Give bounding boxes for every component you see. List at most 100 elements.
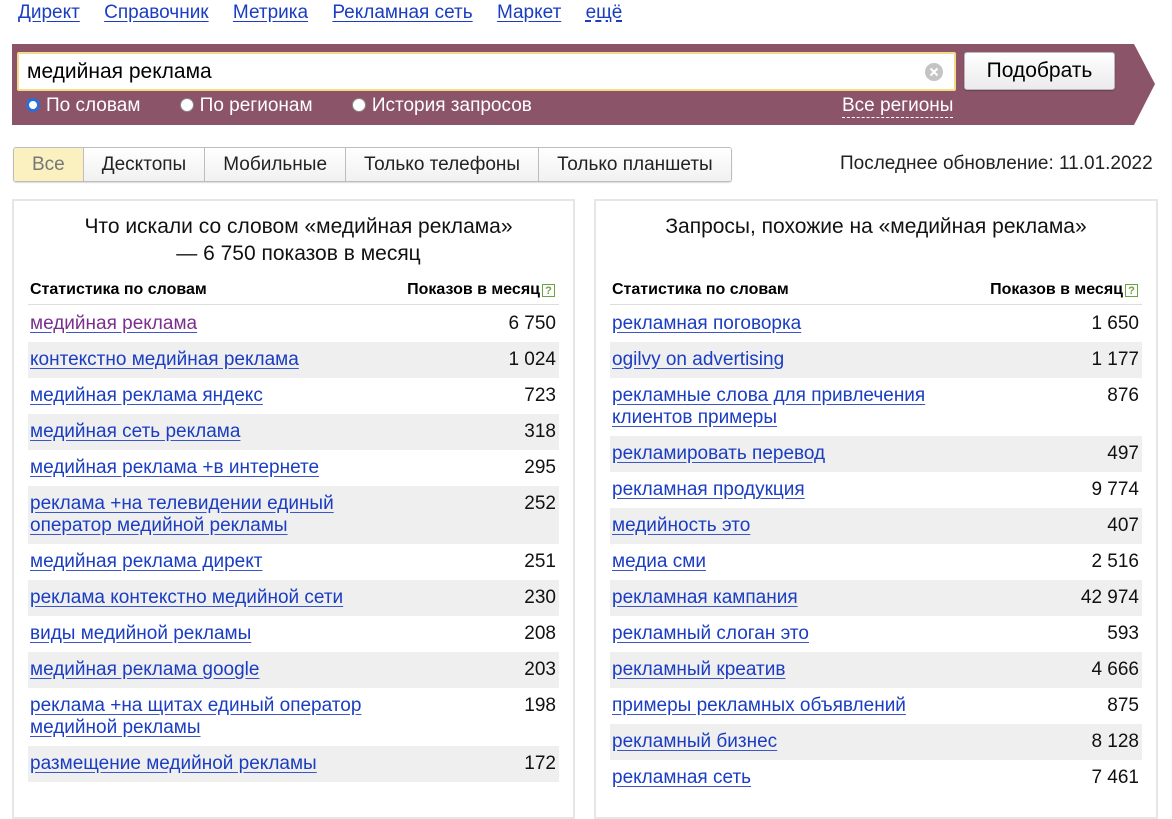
keyword-link[interactable]: рекламная продукция (612, 479, 805, 501)
impressions-count: 497 (1107, 443, 1139, 464)
table-row: рекламная кампания 42 974 (610, 580, 1142, 616)
impressions-count: 8 128 (1091, 731, 1139, 752)
keyword-link[interactable]: медийная реклама яндекс (30, 385, 263, 407)
table-row: медийная реклама google 203 (28, 652, 559, 688)
tab-tablets-only[interactable]: Только планшеты (539, 148, 731, 181)
keyword-link[interactable]: медийная реклама google (30, 659, 259, 681)
nav-link-metrika[interactable]: Метрика (233, 2, 308, 23)
table-row: медийная реклама 6 750 (28, 306, 559, 342)
impressions-count: 230 (524, 587, 556, 608)
table-row: рекламные слова для привлечения клиентов… (610, 378, 1142, 436)
impressions-count: 4 666 (1091, 659, 1139, 680)
table-row: размещение медийной рекламы 172 (28, 746, 559, 782)
table-row: рекламная продукция 9 774 (610, 472, 1142, 508)
table-row: реклама контекстно медийной сети 230 (28, 580, 559, 616)
keyword-link[interactable]: ogilvy on advertising (612, 349, 784, 371)
impressions-count: 198 (524, 695, 556, 716)
column-header-keywords: Статистика по словам (30, 281, 207, 298)
keyword-link[interactable]: размещение медийной рекламы (30, 753, 317, 775)
impressions-count: 7 461 (1091, 767, 1139, 788)
impressions-count: 251 (524, 551, 556, 572)
mode-history-label: История запросов (371, 95, 532, 116)
keyword-link[interactable]: рекламная кампания (612, 587, 798, 609)
pick-button[interactable]: Подобрать (964, 52, 1115, 90)
left-table-header: Статистика по словам Показов в месяц ? (28, 279, 559, 305)
top-navigation: Директ Справочник Метрика Рекламная сеть… (18, 2, 641, 24)
table-row: контекстно медийная реклама 1 024 (28, 342, 559, 378)
nav-link-direct[interactable]: Директ (18, 2, 80, 23)
impressions-count: 318 (524, 421, 556, 442)
impressions-count: 42 974 (1080, 587, 1139, 608)
keyword-link[interactable]: реклама контекстно медийной сети (30, 587, 343, 609)
table-row: рекламная поговорка 1 650 (610, 306, 1142, 342)
impressions-count: 9 774 (1091, 479, 1139, 500)
impressions-count: 407 (1107, 515, 1139, 536)
radio-unchecked-icon (179, 98, 194, 112)
keyword-link[interactable]: рекламный креатив (612, 659, 785, 681)
column-header-impressions: Показов в месяц ? (407, 281, 555, 299)
keyword-link[interactable]: медийная реклама (30, 313, 197, 335)
nav-link-more[interactable]: ещё (586, 2, 623, 23)
impressions-count: 723 (524, 385, 556, 406)
table-row: рекламный слоган это 593 (610, 616, 1142, 652)
tab-phones-only[interactable]: Только телефоны (346, 148, 540, 181)
keyword-link[interactable]: виды медийной рекламы (30, 623, 251, 645)
keyword-link[interactable]: рекламный слоган это (612, 623, 809, 645)
keyword-link[interactable]: рекламировать перевод (612, 443, 825, 465)
table-row: медийная реклама директ 251 (28, 544, 559, 580)
impressions-count: 203 (524, 659, 556, 680)
impressions-count: 875 (1107, 695, 1139, 716)
search-input[interactable] (27, 58, 907, 86)
table-row: медиа сми 2 516 (610, 544, 1142, 580)
mode-by-words[interactable]: По словам (26, 95, 140, 117)
keyword-link[interactable]: рекламная сеть (612, 767, 751, 789)
left-panel: Что искали со словом «медийная реклама» … (12, 199, 575, 819)
table-row: медийность это 407 (610, 508, 1142, 544)
tab-desktops[interactable]: Десктопы (83, 148, 206, 181)
table-row: рекламная сеть 7 461 (610, 760, 1142, 796)
search-mode-group: По словам По регионам История запросов (26, 95, 566, 119)
column-header-impressions-label: Показов в месяц (990, 281, 1123, 298)
nav-link-ad-network[interactable]: Рекламная сеть (332, 2, 472, 23)
table-row: медийная реклама +в интернете 295 (28, 450, 559, 486)
table-row: медийная сеть реклама 318 (28, 414, 559, 450)
tab-mobile[interactable]: Мобильные (205, 148, 347, 181)
help-icon[interactable]: ? (1125, 283, 1138, 297)
keyword-link[interactable]: рекламный бизнес (612, 731, 777, 753)
help-icon[interactable]: ? (542, 283, 555, 297)
radio-unchecked-icon (351, 98, 366, 112)
impressions-count: 172 (524, 753, 556, 774)
column-header-impressions-label: Показов в месяц (407, 281, 540, 298)
device-tabs: Все Десктопы Мобильные Только телефоны Т… (13, 147, 732, 182)
search-field[interactable] (17, 52, 956, 91)
keyword-link[interactable]: реклама +на телевидении единый оператор … (30, 493, 370, 537)
keyword-link[interactable]: рекламная поговорка (612, 313, 801, 335)
column-header-keywords: Статистика по словам (612, 281, 789, 298)
nav-link-market[interactable]: Маркет (497, 2, 561, 23)
mode-by-regions-label: По регионам (199, 95, 313, 116)
impressions-count: 1 024 (508, 349, 556, 370)
keyword-link[interactable]: медийность это (612, 515, 750, 537)
left-rows: медийная реклама 6 750 контекстно медийная… (28, 306, 559, 782)
keyword-link[interactable]: примеры рекламных объявлений (612, 695, 906, 717)
impressions-count: 593 (1107, 623, 1139, 644)
tab-all[interactable]: Все (14, 148, 84, 181)
keyword-link[interactable]: медиа сми (612, 551, 706, 573)
keyword-link[interactable]: медийная сеть реклама (30, 421, 240, 443)
keyword-link[interactable]: контекстно медийная реклама (30, 349, 299, 371)
table-row: рекламировать перевод 497 (610, 436, 1142, 472)
table-row: ogilvy on advertising 1 177 (610, 342, 1142, 378)
keyword-link[interactable]: реклама +на щитах единый оператор медийн… (30, 695, 370, 739)
mode-by-regions[interactable]: По регионам (179, 95, 313, 117)
last-updated: Последнее обновление: 11.01.2022 (840, 153, 1153, 174)
keyword-link[interactable]: рекламные слова для привлечения клиентов… (612, 385, 942, 429)
right-panel: Запросы, похожие на «медийная реклама» С… (594, 199, 1158, 819)
column-header-impressions: Показов в месяц ? (990, 281, 1138, 299)
keyword-link[interactable]: медийная реклама +в интернете (30, 457, 319, 479)
all-regions-link[interactable]: Все регионы (842, 95, 954, 118)
nav-link-reference[interactable]: Справочник (104, 2, 209, 23)
keyword-link[interactable]: медийная реклама директ (30, 551, 262, 573)
clear-icon[interactable] (924, 62, 944, 82)
mode-history[interactable]: История запросов (351, 95, 532, 117)
impressions-count: 6 750 (508, 313, 556, 334)
